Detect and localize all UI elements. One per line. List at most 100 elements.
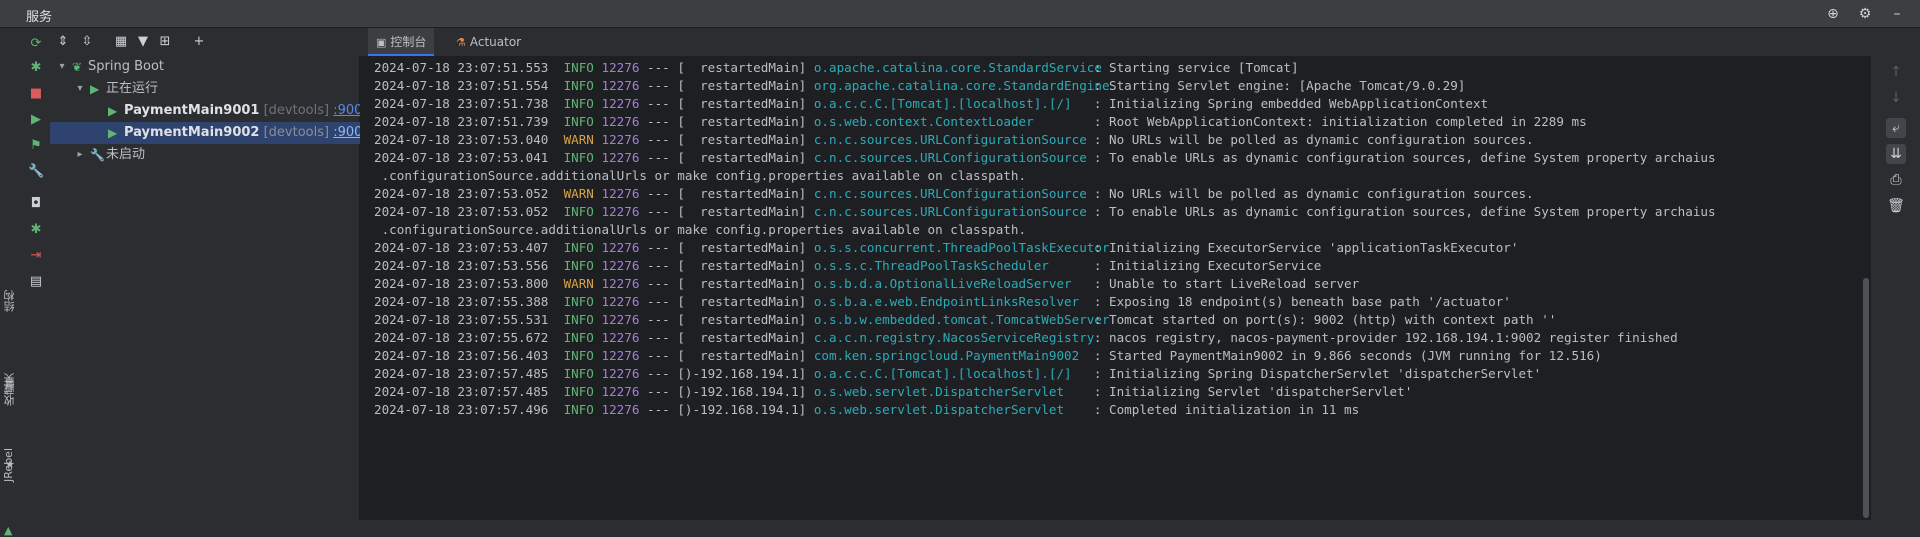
log-pid: 12276 [601,240,640,255]
crosshair-icon[interactable]: ⊕ [1824,5,1842,23]
log-thread: [ restartedMain] [677,276,807,291]
gear-icon[interactable]: ⚙ [1856,5,1874,23]
log-message: Started PaymentMain9002 in 9.866 seconds… [1109,348,1602,363]
scroll-to-end-icon[interactable]: ⇊ [1886,144,1906,164]
tree-node-label: 未启动 [106,147,146,162]
log-thread: [)-192.168.194.1] [677,402,807,417]
log-timestamp: 2024-07-18 23:07:53.800 [374,276,549,291]
soft-wrap-icon[interactable]: ⤶ [1886,118,1906,138]
log-thread: [ restartedMain] [677,240,807,255]
tree-node-app-9001[interactable]: ▶ PaymentMain9001 [devtools] :9001/ [50,100,375,122]
console-output[interactable]: 2024-07-18 23:07:51.553 INFO 12276 --- [… [360,56,1870,520]
settings-debug-icon[interactable]: ✱ [28,222,44,238]
camera-icon[interactable]: ◘ [28,196,44,212]
tab-label: 控制台 [390,35,427,49]
tree-toolbar: ⇕ ⇳ ▦ ▼ ⊞ + [50,28,360,56]
log-pid: 12276 [601,366,640,381]
log-thread: [ restartedMain] [677,96,807,111]
log-message: Initializing Servlet 'dispatcherServlet' [1109,384,1413,399]
tree-node-app-9002[interactable]: ▶ PaymentMain9002 [devtools] :9002/ [50,122,375,144]
log-level: INFO [563,240,594,255]
log-level: INFO [563,204,594,219]
tree-node-running[interactable]: ▾ ▶ 正在运行 [50,78,360,100]
log-level: INFO [563,348,594,363]
log-message: Initializing Spring DispatcherServlet 'd… [1109,366,1542,381]
chevron-right-icon[interactable]: ▸ [74,144,86,166]
expand-all-icon[interactable]: ⇕ [54,33,72,51]
log-timestamp: 2024-07-18 23:07:53.040 [374,132,549,147]
app-tag: [devtools] [263,103,330,118]
minimize-icon[interactable]: – [1888,5,1906,23]
log-line: 2024-07-18 23:07:57.496 INFO 12276 --- [… [374,399,1359,421]
log-pid: 12276 [601,312,640,327]
stop-icon[interactable]: ■ [28,86,44,102]
log-timestamp: 2024-07-18 23:07:51.739 [374,114,549,129]
trash-icon[interactable]: 🗑 [1886,196,1906,216]
actuator-icon: ⚗ [456,36,466,49]
layout-icon[interactable]: ▤ [28,274,44,290]
exit-icon[interactable]: ⇥ [28,248,44,264]
group-icon[interactable]: ▦ [112,33,130,51]
tree-node-spring-boot[interactable]: ▾ ❦ Spring Boot [50,56,360,78]
new-tab-icon[interactable]: ⊞ [156,33,174,51]
log-timestamp: 2024-07-18 23:07:56.403 [374,348,549,363]
log-thread: [ restartedMain] [677,330,807,345]
log-level: INFO [563,294,594,309]
console-tabs: ▣ 控制台 ⚗ Actuator [360,28,1920,56]
log-thread: [ restartedMain] [677,348,807,363]
log-timestamp: 2024-07-18 23:07:51.553 [374,60,549,75]
log-pid: 12276 [601,348,640,363]
log-level: INFO [563,96,594,111]
log-level: INFO [563,114,594,129]
chevron-down-icon[interactable]: ▾ [74,78,86,100]
grid-icon[interactable]: ▦ [5,378,14,389]
log-message: No URLs will be polled as dynamic config… [1109,186,1534,201]
rerun-icon[interactable]: ⟳ [28,36,44,52]
panel-title: 服务 [26,10,53,25]
run-debug-icon[interactable]: ▶ [28,112,44,128]
log-pid: 12276 [601,204,640,219]
log-level: INFO [563,258,594,273]
log-pid: 12276 [601,96,640,111]
star-icon[interactable]: ★ [5,458,15,471]
log-message: .configurationSource.additionalUrls or m… [374,168,1027,183]
run-icon: ▶ [108,104,118,118]
filter-icon[interactable]: ▼ [134,33,152,51]
up-arrow-icon[interactable]: ↑ [1886,62,1906,82]
jrebel-icon[interactable]: ▲ [4,524,12,537]
add-icon[interactable]: + [190,33,208,51]
log-pid: 12276 [601,78,640,93]
log-timestamp: 2024-07-18 23:07:55.672 [374,330,549,345]
chevron-down-icon[interactable]: ▾ [56,56,68,78]
update-app-icon[interactable]: ⚑ [28,138,44,154]
log-thread: [ restartedMain] [677,204,807,219]
log-thread: [ restartedMain] [677,114,807,129]
scrollbar-thumb[interactable] [1863,278,1869,518]
log-level: WARN [563,276,594,291]
log-thread: [ restartedMain] [677,78,807,93]
log-message: No URLs will be polled as dynamic config… [1109,132,1534,147]
debug-icon[interactable]: ✱ [28,60,44,76]
down-arrow-icon[interactable]: ↓ [1886,88,1906,108]
log-pid: 12276 [601,384,640,399]
spring-boot-icon: ❦ [72,60,83,74]
services-tree: ▾ ❦ Spring Boot ▾ ▶ 正在运行 ▶ PaymentMain90… [50,56,375,520]
log-pid: 12276 [601,150,640,165]
log-timestamp: 2024-07-18 23:07:51.554 [374,78,549,93]
print-icon[interactable]: ⎙ [1886,170,1906,190]
tab-console[interactable]: ▣ 控制台 [368,28,435,56]
log-timestamp: 2024-07-18 23:07:53.407 [374,240,549,255]
console-side-toolbar: ↑ ↓ ⤶ ⇊ ⎙ 🗑 [1870,56,1920,520]
log-thread: [ restartedMain] [677,258,807,273]
log-thread: [ restartedMain] [677,150,807,165]
log-level: INFO [563,60,594,75]
log-timestamp: 2024-07-18 23:07:57.496 [374,402,549,417]
log-thread: [ restartedMain] [677,294,807,309]
log-pid: 12276 [601,186,640,201]
wrench-icon[interactable]: 🔧 [28,164,44,180]
structure-tab[interactable]: 结构 [2,290,20,312]
log-pid: 12276 [601,114,640,129]
tree-node-not-started[interactable]: ▸ 🔧 未启动 [50,144,360,166]
collapse-all-icon[interactable]: ⇳ [78,33,96,51]
tab-actuator[interactable]: ⚗ Actuator [448,28,529,56]
